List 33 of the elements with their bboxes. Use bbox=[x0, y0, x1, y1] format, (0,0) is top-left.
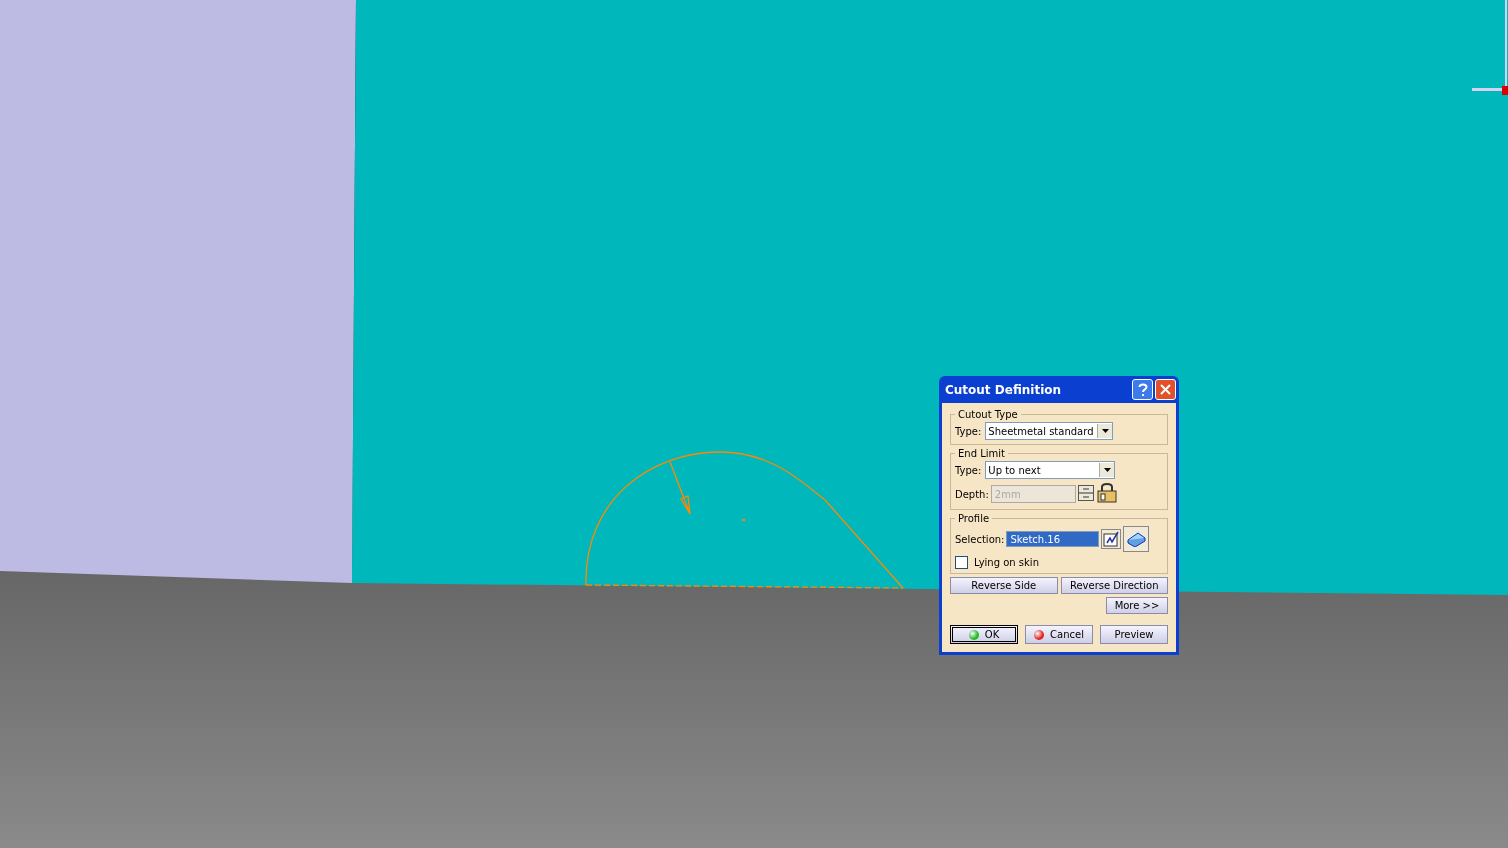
close-button[interactable] bbox=[1155, 379, 1176, 400]
close-icon bbox=[1160, 384, 1171, 395]
checkbox-label: Lying on skin bbox=[974, 557, 1039, 568]
dialog-title: Cutout Definition bbox=[944, 382, 1063, 397]
dialog-button[interactable]: Reverse Side bbox=[950, 577, 1058, 594]
dropdown[interactable]: Sheetmetal standard bbox=[985, 422, 1114, 440]
selection-field[interactable]: Sketch.16 bbox=[1006, 531, 1100, 547]
field-label: Selection: bbox=[955, 533, 1005, 545]
dropdown-arrow-icon bbox=[1101, 429, 1109, 433]
dropdown-arrow-icon bbox=[1103, 468, 1111, 472]
help-icon bbox=[1137, 382, 1148, 397]
group-label: Cutout Type bbox=[957, 409, 1019, 420]
dialog-button[interactable]: Reverse Direction bbox=[1060, 577, 1168, 594]
status-ball-icon bbox=[968, 629, 979, 640]
field-label: Depth: bbox=[955, 488, 989, 500]
group-label: Profile bbox=[957, 513, 991, 524]
spinner-icon[interactable] bbox=[1077, 485, 1094, 501]
dialog-button[interactable]: More >> bbox=[1106, 597, 1168, 614]
surface-icon bbox=[1126, 531, 1147, 547]
group-label: End Limit bbox=[957, 448, 1006, 459]
sketch-button[interactable] bbox=[1101, 529, 1122, 549]
checkbox[interactable] bbox=[955, 556, 968, 569]
sketch-icon bbox=[1103, 531, 1120, 547]
cancel-button[interactable]: Cancel bbox=[1025, 625, 1093, 644]
dialog-button[interactable]: Preview bbox=[1100, 625, 1168, 644]
dropdown[interactable]: Up to next bbox=[985, 461, 1116, 479]
lock-icon[interactable] bbox=[1095, 483, 1118, 503]
field-label: Type: bbox=[955, 464, 982, 476]
surface-button[interactable] bbox=[1123, 526, 1150, 552]
field-label: Type: bbox=[955, 425, 982, 437]
help-button[interactable] bbox=[1132, 379, 1153, 400]
status-ball-icon bbox=[1034, 629, 1045, 640]
ok-button[interactable]: OK bbox=[950, 625, 1018, 644]
